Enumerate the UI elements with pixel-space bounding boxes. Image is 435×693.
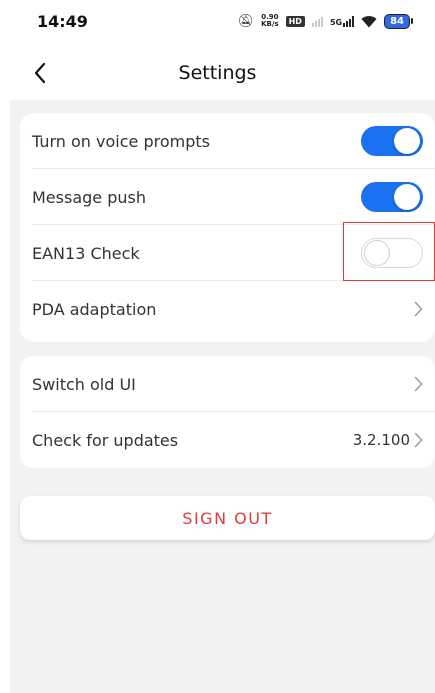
chevron-left-icon [34, 62, 46, 84]
version-text: 3.2.100 [352, 431, 410, 449]
setting-row-switch-old-ui[interactable]: Switch old UI [20, 356, 435, 412]
setting-row-message-push: Message push [20, 169, 435, 225]
setting-label: Check for updates [32, 430, 179, 450]
setting-row-ean13-check: EAN13 Check [20, 225, 435, 281]
setting-row-pda-adaptation[interactable]: PDA adaptation [20, 281, 435, 337]
hd-icon: HD [285, 15, 305, 27]
mute-icon: 🔕︎ [237, 13, 255, 29]
status-bar: 14:49 🔕︎ 0.90 KB/s HD 5G 84 [0, 0, 435, 42]
chevron-right-icon [414, 432, 423, 448]
settings-group-1: Turn on voice prompts Message push EAN13… [20, 113, 435, 342]
back-button[interactable] [26, 58, 54, 88]
message-push-toggle[interactable] [361, 182, 423, 212]
setting-label: Turn on voice prompts [32, 131, 210, 151]
setting-label: EAN13 Check [32, 243, 140, 263]
status-time: 14:49 [37, 11, 88, 31]
status-icons: 🔕︎ 0.90 KB/s HD 5G 84 [237, 13, 413, 29]
network-speed-unit: KB/s [261, 20, 279, 28]
setting-row-check-updates[interactable]: Check for updates 3.2.100 [20, 412, 435, 468]
signal-icon [311, 15, 323, 27]
setting-label: Message push [32, 187, 146, 207]
network-speed: 0.90 KB/s [261, 14, 278, 28]
header: Settings [0, 42, 435, 104]
chevron-right-icon [414, 301, 423, 317]
setting-label: Switch old UI [32, 374, 136, 394]
page-title: Settings [178, 62, 257, 84]
chevron-right-icon [414, 376, 423, 392]
sign-out-label: SIGN OUT [182, 508, 273, 528]
setting-label: PDA adaptation [32, 299, 157, 319]
ean13-check-toggle[interactable] [361, 238, 423, 268]
voice-prompts-toggle[interactable] [361, 126, 423, 156]
settings-group-2: Switch old UI Check for updates 3.2.100 [20, 356, 435, 468]
version-value: 3.2.100 [353, 431, 423, 449]
wifi-icon [361, 15, 377, 27]
battery-level: 84 [384, 13, 410, 29]
network-type-label: 5G [329, 17, 343, 27]
battery-icon: 84 [384, 13, 413, 29]
5g-signal-icon: 5G [329, 15, 355, 27]
setting-row-voice-prompts: Turn on voice prompts [20, 113, 435, 169]
sign-out-button[interactable]: SIGN OUT [20, 496, 435, 540]
